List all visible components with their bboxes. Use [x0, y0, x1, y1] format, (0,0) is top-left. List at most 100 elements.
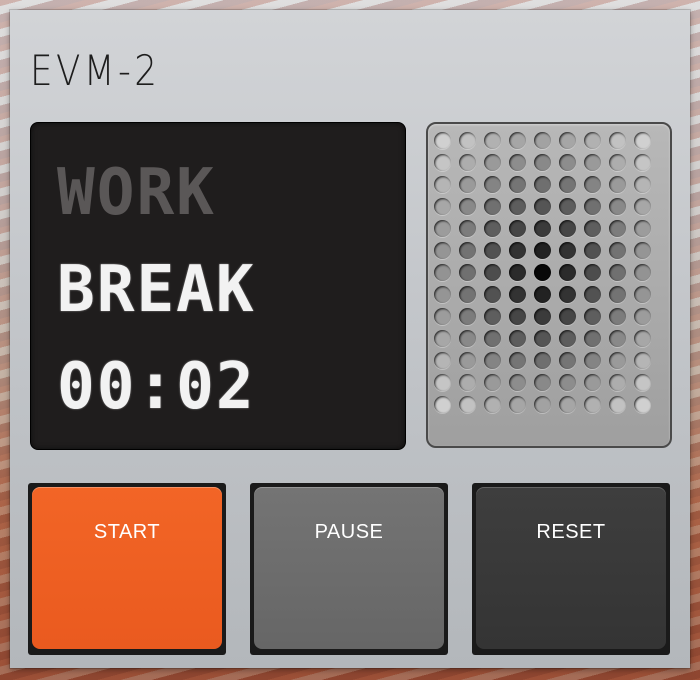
speaker-hole [434, 154, 451, 171]
speaker-hole [609, 308, 626, 325]
speaker-hole [634, 176, 651, 193]
speaker-hole [634, 286, 651, 303]
speaker-hole [434, 330, 451, 347]
speaker-hole [459, 176, 476, 193]
speaker-hole [634, 396, 651, 413]
speaker-hole [584, 308, 601, 325]
speaker-hole [534, 352, 551, 369]
speaker-hole [584, 330, 601, 347]
speaker-hole [459, 242, 476, 259]
speaker-hole [534, 220, 551, 237]
pause-button-well: PAUSE [250, 483, 448, 655]
speaker-hole [509, 374, 526, 391]
speaker-hole [484, 198, 501, 215]
speaker-hole [484, 352, 501, 369]
speaker-hole [509, 396, 526, 413]
speaker-hole [459, 330, 476, 347]
speaker-hole [434, 264, 451, 281]
speaker-hole [534, 242, 551, 259]
speaker-hole [584, 396, 601, 413]
speaker-hole [634, 220, 651, 237]
speaker-hole [509, 264, 526, 281]
speaker-hole [584, 374, 601, 391]
speaker-hole [584, 198, 601, 215]
speaker-hole [634, 132, 651, 149]
speaker-hole [559, 330, 576, 347]
speaker-hole [484, 308, 501, 325]
speaker-hole [534, 176, 551, 193]
speaker-hole [584, 154, 601, 171]
speaker-hole [459, 374, 476, 391]
speaker-hole [559, 176, 576, 193]
speaker-hole [484, 396, 501, 413]
mode-break-indicator: BREAK [57, 253, 256, 327]
speaker-hole [484, 154, 501, 171]
speaker-hole [534, 374, 551, 391]
speaker-hole [459, 308, 476, 325]
speaker-hole [459, 352, 476, 369]
speaker-hole [559, 154, 576, 171]
speaker-hole [484, 242, 501, 259]
speaker-hole [509, 242, 526, 259]
speaker-hole [634, 198, 651, 215]
speaker-hole [509, 176, 526, 193]
speaker-hole [609, 242, 626, 259]
speaker-hole [609, 286, 626, 303]
speaker-hole [434, 308, 451, 325]
speaker-hole [484, 264, 501, 281]
speaker-hole [534, 132, 551, 149]
pause-button-label: PAUSE [314, 521, 384, 543]
speaker-hole [584, 220, 601, 237]
start-button-well: START [28, 483, 226, 655]
speaker-hole [484, 132, 501, 149]
speaker-hole [584, 242, 601, 259]
speaker-hole [459, 198, 476, 215]
reset-button-label: RESET [536, 521, 606, 543]
speaker-hole [559, 264, 576, 281]
speaker-hole [634, 330, 651, 347]
speaker-hole [459, 154, 476, 171]
speaker-hole [634, 264, 651, 281]
speaker-hole [609, 396, 626, 413]
speaker-hole [609, 264, 626, 281]
speaker-hole [509, 154, 526, 171]
speaker-hole [434, 220, 451, 237]
speaker-hole [484, 374, 501, 391]
reset-button[interactable]: RESET [476, 487, 666, 649]
speaker-hole [584, 352, 601, 369]
pause-button[interactable]: PAUSE [254, 487, 444, 649]
speaker-hole [559, 352, 576, 369]
speaker-hole [609, 154, 626, 171]
speaker-hole [484, 330, 501, 347]
lcd-display: WORK BREAK 00:02 [30, 122, 406, 450]
speaker-hole [634, 352, 651, 369]
speaker-hole [609, 198, 626, 215]
speaker-hole [609, 352, 626, 369]
speaker-hole [634, 242, 651, 259]
speaker-hole [584, 286, 601, 303]
start-button[interactable]: START [32, 487, 222, 649]
speaker-hole [559, 242, 576, 259]
speaker-grille [426, 122, 672, 448]
speaker-hole [559, 132, 576, 149]
reset-button-well: RESET [472, 483, 670, 655]
start-button-label: START [93, 521, 161, 543]
speaker-hole [459, 264, 476, 281]
speaker-hole [434, 242, 451, 259]
speaker-hole [584, 264, 601, 281]
speaker-hole [609, 132, 626, 149]
speaker-hole [609, 220, 626, 237]
speaker-hole [484, 220, 501, 237]
speaker-hole [534, 308, 551, 325]
speaker-hole [559, 396, 576, 413]
speaker-hole [509, 198, 526, 215]
speaker-hole [434, 198, 451, 215]
speaker-hole [509, 308, 526, 325]
speaker-hole [609, 176, 626, 193]
speaker-hole [459, 396, 476, 413]
speaker-hole [459, 286, 476, 303]
speaker-holes [434, 132, 659, 418]
speaker-hole [509, 132, 526, 149]
speaker-hole [434, 132, 451, 149]
speaker-hole [484, 176, 501, 193]
